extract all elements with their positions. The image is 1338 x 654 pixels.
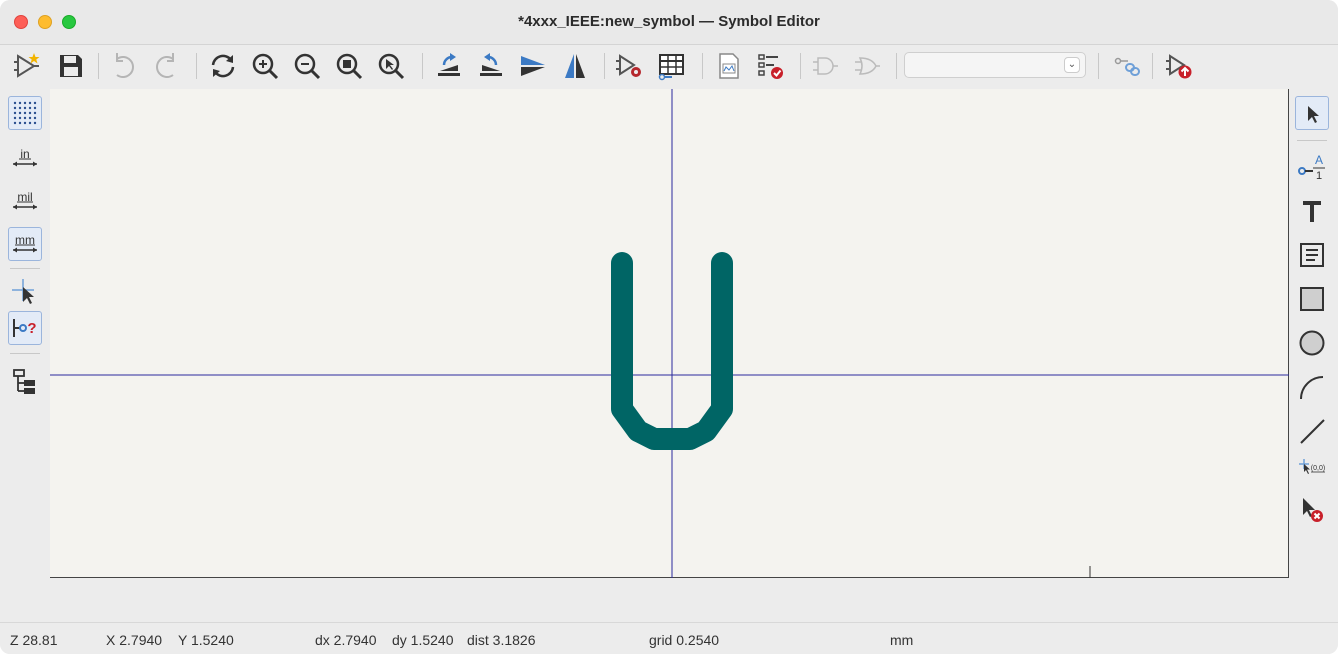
cursor-crosshair-button[interactable] bbox=[8, 275, 42, 309]
symbol-checker-icon bbox=[758, 54, 783, 79]
hierarchy-button[interactable] bbox=[8, 364, 42, 398]
add-pin-icon: A 1 bbox=[1298, 153, 1325, 181]
symbol-canvas[interactable] bbox=[50, 89, 1289, 578]
title-bar: *4xxx_IEEE:new_symbol — Symbol Editor bbox=[0, 0, 1338, 45]
status-zoom: Z 28.81 bbox=[10, 632, 58, 648]
add-line-icon bbox=[1300, 419, 1325, 444]
zoom-out-button[interactable] bbox=[292, 51, 322, 81]
grid-toggle-button[interactable] bbox=[8, 96, 42, 130]
zoom-fit-button[interactable] bbox=[334, 51, 364, 81]
mirror-vertical-icon bbox=[521, 56, 545, 76]
status-dx: dx 2.7940 bbox=[315, 632, 377, 648]
units-inch-icon: in bbox=[13, 147, 37, 167]
rotate-cw-icon bbox=[480, 53, 502, 76]
units-mil-button[interactable]: mil bbox=[8, 184, 42, 218]
add-text-button[interactable] bbox=[1295, 194, 1329, 228]
undo-icon bbox=[116, 53, 134, 78]
left-toolbar: in mil mm ? bbox=[0, 89, 50, 579]
grid-toggle-icon bbox=[13, 101, 37, 125]
hierarchy-icon bbox=[13, 369, 35, 394]
zoom-objects-button[interactable] bbox=[376, 51, 406, 81]
save-icon bbox=[60, 55, 82, 77]
zoom-in-button[interactable] bbox=[250, 51, 280, 81]
redo-button[interactable] bbox=[152, 51, 182, 81]
svg-text:?: ? bbox=[27, 320, 36, 337]
update-symbol-button[interactable] bbox=[1164, 51, 1194, 81]
add-circle-button[interactable] bbox=[1295, 326, 1329, 360]
pin-link-button[interactable] bbox=[1112, 51, 1142, 81]
pin-table-icon bbox=[658, 54, 684, 81]
right-toolbar: A 1 (0,0) bbox=[1289, 89, 1338, 579]
add-arc-icon bbox=[1300, 376, 1324, 400]
datasheet-button[interactable] bbox=[714, 51, 744, 81]
datasheet-icon bbox=[719, 53, 739, 79]
pin-table-button[interactable] bbox=[656, 51, 686, 81]
zoom-out-icon bbox=[294, 53, 321, 80]
select-arrow-icon bbox=[1308, 106, 1319, 123]
zoom-objects-icon bbox=[378, 53, 405, 80]
rotate-ccw-icon bbox=[438, 53, 460, 76]
update-symbol-icon bbox=[1166, 54, 1192, 79]
units-mm-icon: mm bbox=[13, 233, 37, 253]
refresh-button[interactable] bbox=[208, 51, 238, 81]
main-toolbar: ⌄ bbox=[0, 45, 1338, 89]
show-pin-types-icon: ? bbox=[13, 319, 37, 337]
save-button[interactable] bbox=[56, 51, 86, 81]
unit-demorgan-icon bbox=[855, 57, 880, 75]
symbol-properties-button[interactable] bbox=[614, 51, 644, 81]
symbol-editor-window: *4xxx_IEEE:new_symbol — Symbol Editor ⌄ … bbox=[0, 0, 1338, 654]
add-circle-icon bbox=[1299, 330, 1325, 356]
unit-normal-icon bbox=[813, 57, 838, 75]
cursor-crosshair-icon bbox=[12, 279, 34, 304]
window-title: *4xxx_IEEE:new_symbol — Symbol Editor bbox=[518, 13, 820, 30]
rotate-cw-button[interactable] bbox=[476, 51, 506, 81]
units-mil-icon: mil bbox=[13, 190, 37, 210]
anchor-origin-button[interactable]: (0,0) bbox=[1295, 450, 1329, 484]
status-x: X 2.7940 bbox=[106, 632, 163, 648]
pin-link-icon bbox=[1114, 57, 1140, 76]
select-tool-button[interactable] bbox=[1295, 96, 1329, 130]
refresh-icon bbox=[211, 54, 235, 78]
unit-normal-button[interactable] bbox=[810, 51, 840, 81]
show-pin-types-button[interactable]: ? bbox=[8, 311, 42, 345]
add-rectangle-icon bbox=[1300, 287, 1324, 311]
add-pin-button[interactable]: A 1 bbox=[1295, 149, 1329, 183]
add-text-icon bbox=[1303, 201, 1321, 222]
unit-select-dropdown[interactable]: ⌄ bbox=[904, 52, 1086, 78]
status-y: Y 1.5240 bbox=[178, 632, 234, 648]
canvas-drawing bbox=[50, 89, 1289, 578]
pin-number-label: 1 bbox=[1316, 170, 1322, 181]
add-arc-button[interactable] bbox=[1295, 370, 1329, 404]
add-textbox-icon bbox=[1300, 243, 1324, 267]
zoom-in-icon bbox=[252, 53, 279, 80]
symbol-checker-button[interactable] bbox=[756, 51, 786, 81]
status-dy: dy 1.5240 bbox=[392, 632, 454, 648]
redo-icon bbox=[156, 53, 174, 78]
status-units: mm bbox=[890, 632, 914, 648]
add-line-button[interactable] bbox=[1295, 414, 1329, 448]
symbol-properties-icon bbox=[616, 54, 641, 77]
add-textbox-button[interactable] bbox=[1295, 238, 1329, 272]
rotate-ccw-button[interactable] bbox=[434, 51, 464, 81]
status-bar: Z 28.81 X 2.7940 Y 1.5240 dx 2.7940 dy 1… bbox=[0, 622, 1338, 654]
chevron-down-icon: ⌄ bbox=[1064, 57, 1080, 73]
delete-tool-button[interactable] bbox=[1295, 492, 1329, 526]
zoom-fit-icon bbox=[336, 53, 363, 80]
unit-demorgan-button[interactable] bbox=[852, 51, 882, 81]
units-mm-button[interactable]: mm bbox=[8, 227, 42, 261]
new-symbol-button[interactable] bbox=[12, 51, 42, 81]
anchor-origin-label: (0,0) bbox=[1311, 465, 1325, 472]
add-rectangle-button[interactable] bbox=[1295, 282, 1329, 316]
status-grid: grid 0.2540 bbox=[649, 632, 720, 648]
anchor-origin-icon: (0,0) bbox=[1299, 459, 1325, 474]
status-dist: dist 3.1826 bbox=[467, 632, 536, 648]
delete-tool-icon bbox=[1303, 498, 1323, 522]
pin-name-label: A bbox=[1315, 153, 1323, 167]
undo-button[interactable] bbox=[108, 51, 138, 81]
mirror-horizontal-icon bbox=[565, 54, 585, 78]
mirror-horizontal-button[interactable] bbox=[560, 51, 590, 81]
new-symbol-icon bbox=[14, 53, 40, 78]
mirror-vertical-button[interactable] bbox=[518, 51, 548, 81]
units-inch-button[interactable]: in bbox=[8, 141, 42, 175]
